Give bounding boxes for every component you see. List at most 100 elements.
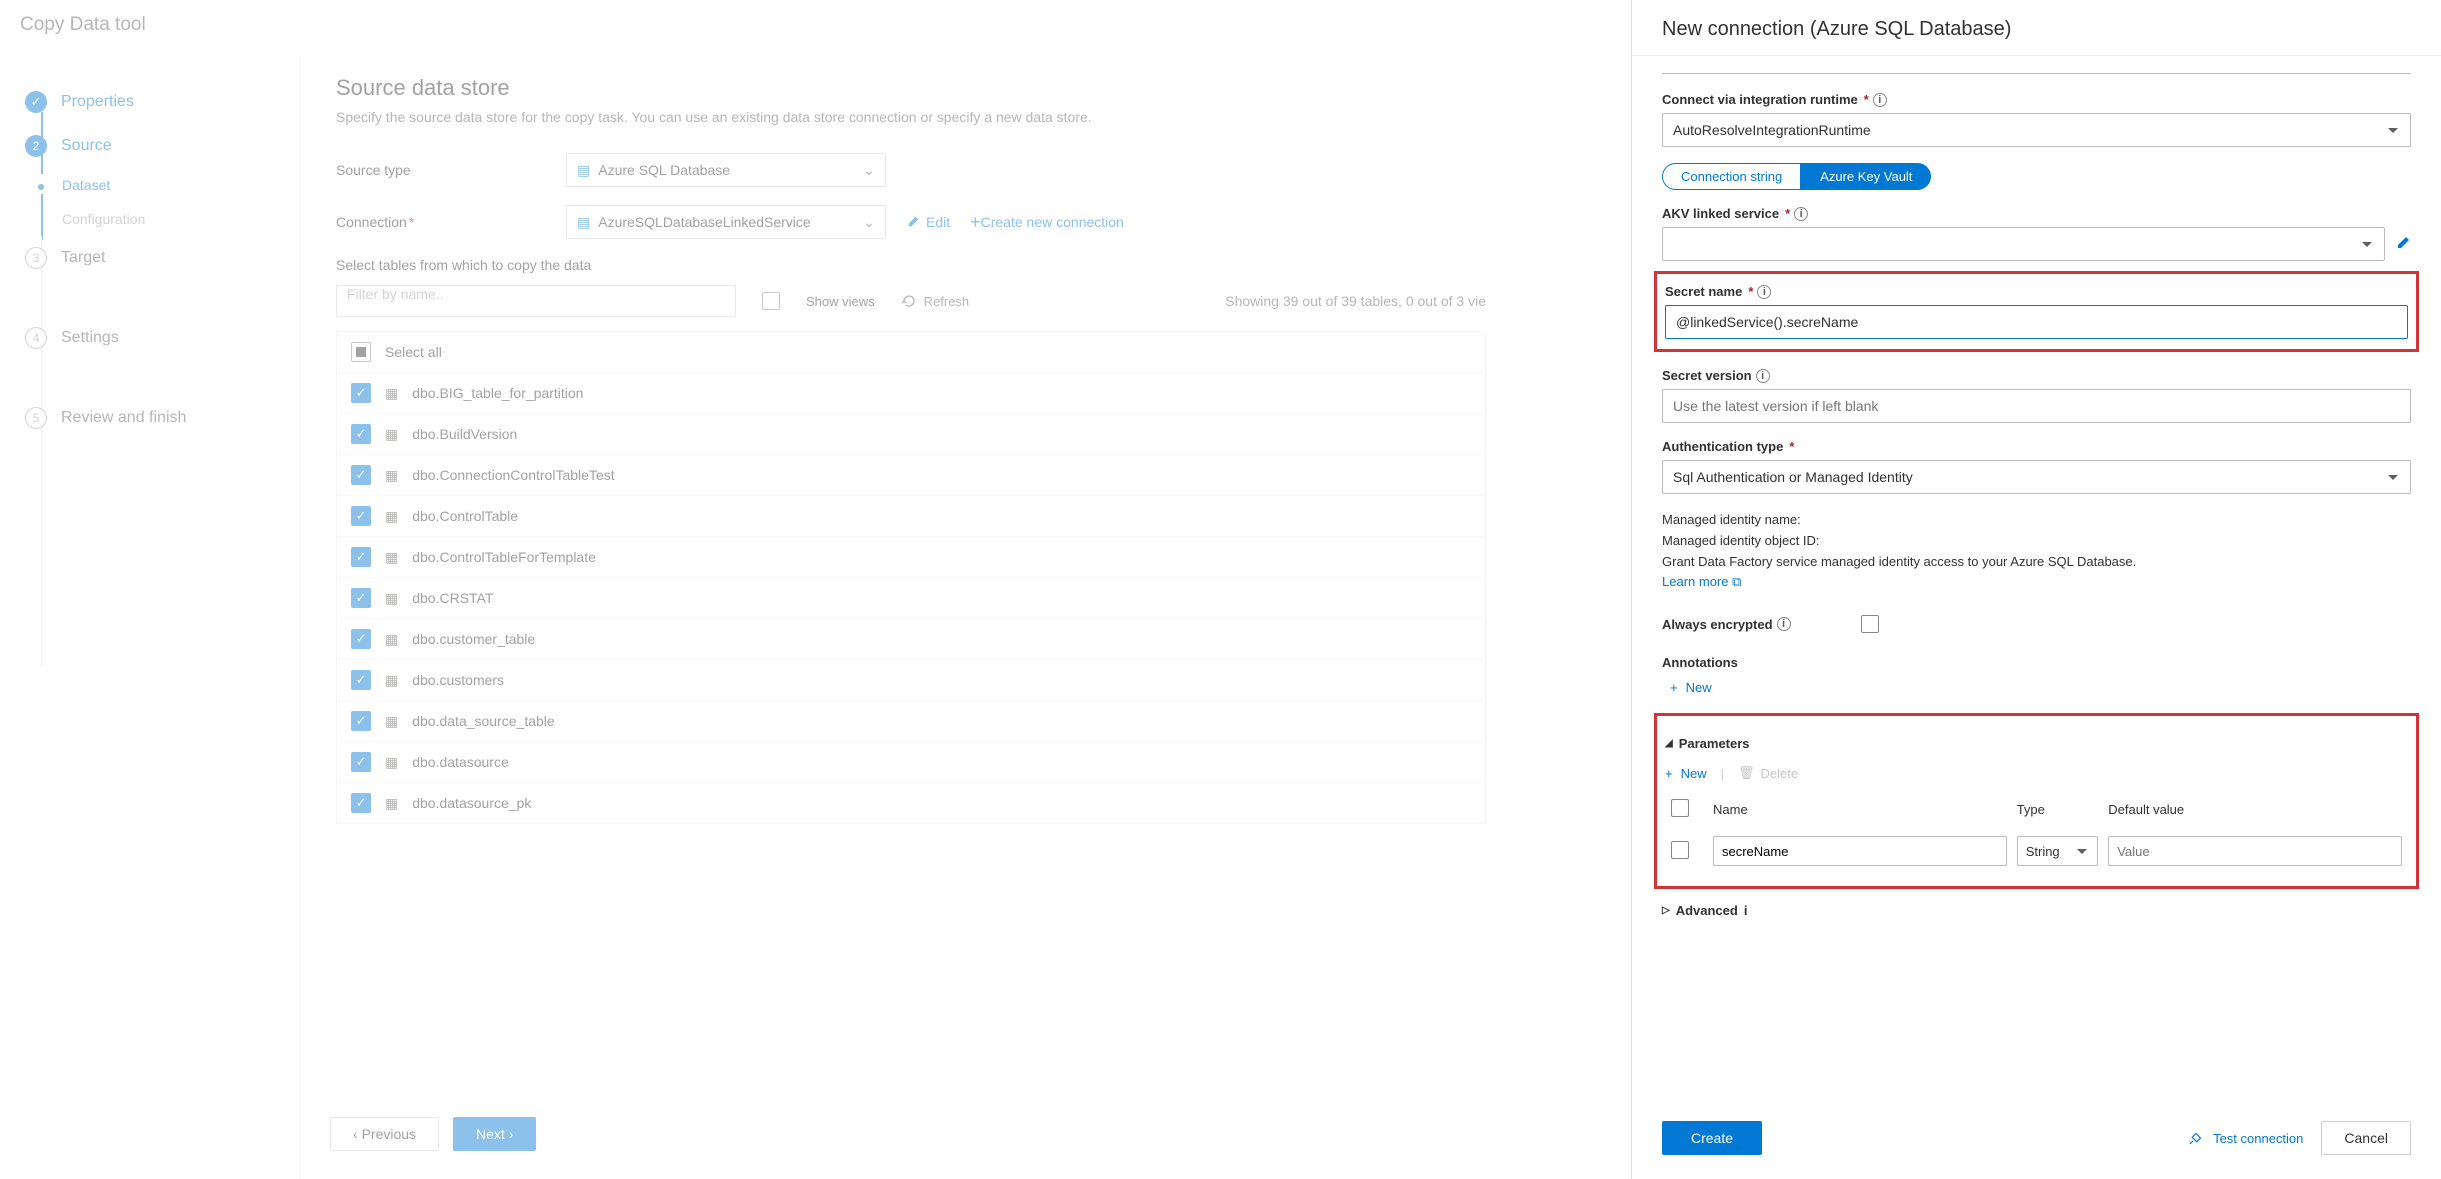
table-row[interactable]: ▦dbo.ControlTable <box>337 496 1485 537</box>
checkbox-checked-icon[interactable] <box>351 752 371 772</box>
show-views-checkbox[interactable] <box>762 292 780 310</box>
param-row-checkbox[interactable] <box>1671 841 1689 859</box>
always-encrypted-checkbox[interactable] <box>1861 615 1879 633</box>
refresh-button[interactable]: Refresh <box>901 293 970 309</box>
database-icon: ▤ <box>577 162 590 179</box>
table-icon: ▦ <box>385 795 398 812</box>
checkbox-checked-icon[interactable] <box>351 506 371 526</box>
checkbox-checked-icon[interactable] <box>351 547 371 567</box>
substep-configuration[interactable]: Configuration <box>10 202 280 236</box>
chevron-down-icon: ⌄ <box>863 162 875 179</box>
table-row[interactable]: ▦dbo.customers <box>337 660 1485 701</box>
new-annotation-button[interactable]: +New <box>1662 676 1720 699</box>
select-all-checkbox[interactable] <box>351 342 371 362</box>
source-type-value: Azure SQL Database <box>598 162 730 178</box>
checkbox-checked-icon[interactable] <box>351 793 371 813</box>
grant-text: Grant Data Factory service managed ident… <box>1662 552 2411 573</box>
checkbox-checked-icon[interactable] <box>351 424 371 444</box>
tab-connection-string[interactable]: Connection string <box>1662 163 1801 190</box>
auth-type-select[interactable]: Sql Authentication or Managed Identity <box>1662 460 2411 494</box>
step-label: Settings <box>61 329 119 347</box>
checkbox-checked-icon[interactable] <box>351 383 371 403</box>
select-all-params-checkbox[interactable] <box>1671 799 1689 817</box>
plug-icon <box>2187 1129 2205 1147</box>
create-button[interactable]: Create <box>1662 1121 1762 1155</box>
info-icon[interactable]: i <box>1756 369 1770 383</box>
param-default-input[interactable] <box>2108 836 2402 866</box>
select-all-row[interactable]: Select all <box>337 332 1485 373</box>
col-name: Name <box>1709 793 2011 826</box>
table-row[interactable]: ▦dbo.ConnectionControlTableTest <box>337 455 1485 496</box>
table-icon: ▦ <box>385 754 398 771</box>
param-type-select[interactable]: String <box>2017 836 2099 866</box>
step-number-icon: 5 <box>25 407 47 429</box>
checkbox-checked-icon[interactable] <box>351 670 371 690</box>
triangle-right-icon: ▷ <box>1662 905 1670 916</box>
secret-version-input[interactable] <box>1662 389 2411 423</box>
showing-count: Showing 39 out of 39 tables, 0 out of 3 … <box>1225 293 1486 309</box>
parameters-highlight: ◢ Parameters +New | 🗑Delete Name Type De… <box>1654 713 2419 889</box>
connection-select[interactable]: ▤ AzureSQLDatabaseLinkedService ⌄ <box>566 205 886 239</box>
checkbox-checked-icon[interactable] <box>351 465 371 485</box>
info-icon[interactable]: i <box>1744 903 1748 918</box>
step-target[interactable]: 3 Target <box>10 236 280 280</box>
param-row: String <box>1667 828 2406 874</box>
step-review[interactable]: 5 Review and finish <box>10 396 280 440</box>
table-list: Select all ▦dbo.BIG_table_for_partition … <box>336 331 1486 824</box>
edit-button[interactable]: Edit <box>906 214 950 230</box>
connection-value: AzureSQLDatabaseLinkedService <box>598 214 810 230</box>
connection-label: Connection* <box>336 214 566 230</box>
step-properties[interactable]: Properties <box>10 80 280 124</box>
advanced-header[interactable]: ▷ Advanced i <box>1662 903 2411 918</box>
next-button[interactable]: Next › <box>453 1117 536 1151</box>
step-label: Source <box>61 137 112 155</box>
checkbox-checked-icon[interactable] <box>351 588 371 608</box>
runtime-select[interactable]: AutoResolveIntegrationRuntime <box>1662 113 2411 147</box>
triangle-down-icon: ◢ <box>1665 738 1673 749</box>
akv-select[interactable] <box>1662 227 2385 261</box>
plus-icon: + <box>1665 766 1673 781</box>
tab-azure-key-vault[interactable]: Azure Key Vault <box>1801 163 1931 190</box>
param-name-input[interactable] <box>1713 836 2007 866</box>
learn-more-link[interactable]: Learn more ⧉ <box>1662 574 1741 589</box>
table-row[interactable]: ▦dbo.BuildVersion <box>337 414 1485 455</box>
info-icon[interactable]: i <box>1794 207 1808 221</box>
table-row[interactable]: ▦dbo.BIG_table_for_partition <box>337 373 1485 414</box>
step-label: Properties <box>61 93 134 111</box>
parameters-header[interactable]: ◢ Parameters <box>1665 736 2408 751</box>
step-label: Review and finish <box>61 409 186 427</box>
table-row[interactable]: ▦dbo.ControlTableForTemplate <box>337 537 1485 578</box>
new-parameter-button[interactable]: +New <box>1665 766 1707 781</box>
cancel-button[interactable]: Cancel <box>2321 1121 2411 1155</box>
source-type-select[interactable]: ▤ Azure SQL Database ⌄ <box>566 153 886 187</box>
table-row[interactable]: ▦dbo.datasource <box>337 742 1485 783</box>
delete-parameter-button[interactable]: 🗑Delete <box>1738 765 1798 781</box>
info-icon[interactable]: i <box>1873 93 1887 107</box>
table-row[interactable]: ▦dbo.CRSTAT <box>337 578 1485 619</box>
checkbox-checked-icon[interactable] <box>351 629 371 649</box>
checkbox-checked-icon[interactable] <box>351 711 371 731</box>
page-heading: Source data store <box>336 75 1596 101</box>
runtime-label: Connect via integration runtime*i <box>1662 92 2411 107</box>
step-settings[interactable]: 4 Settings <box>10 316 280 360</box>
table-icon: ▦ <box>385 467 398 484</box>
external-link-icon: ⧉ <box>1732 574 1741 589</box>
mi-name-label: Managed identity name: <box>1662 510 2411 531</box>
table-row[interactable]: ▦dbo.customer_table <box>337 619 1485 660</box>
pencil-icon <box>906 215 920 229</box>
edit-icon[interactable] <box>2395 235 2411 254</box>
step-number-icon: 3 <box>25 247 47 269</box>
info-icon[interactable]: i <box>1777 617 1791 631</box>
previous-button[interactable]: ‹ Previous <box>330 1117 439 1151</box>
table-icon: ▦ <box>385 590 398 607</box>
info-icon[interactable]: i <box>1757 285 1771 299</box>
table-row[interactable]: ▦dbo.datasource_pk <box>337 783 1485 824</box>
filter-input[interactable]: Filter by name.. <box>336 285 736 317</box>
secret-name-input[interactable] <box>1665 305 2408 339</box>
test-connection-button[interactable]: Test connection <box>2187 1129 2303 1147</box>
table-row[interactable]: ▦dbo.data_source_table <box>337 701 1485 742</box>
step-source[interactable]: 2 Source <box>10 124 280 168</box>
create-new-connection-button[interactable]: + Create new connection <box>970 212 1124 233</box>
substep-dataset[interactable]: Dataset <box>10 168 280 202</box>
table-icon: ▦ <box>385 713 398 730</box>
